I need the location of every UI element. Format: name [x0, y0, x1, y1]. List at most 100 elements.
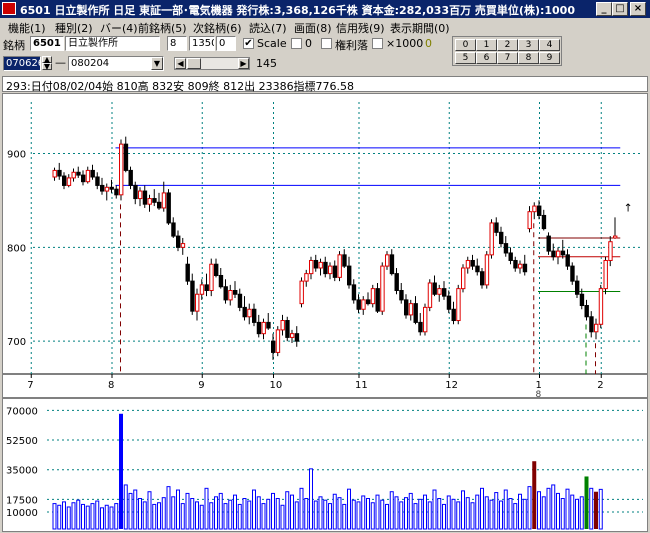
numkey-6[interactable]: 6: [476, 52, 497, 64]
volume-bar: [408, 492, 413, 530]
volume-bar: [389, 491, 394, 530]
candle-body: [332, 265, 338, 278]
volume-bar: [541, 496, 546, 530]
volume-bar: [62, 501, 66, 530]
candle-body: [85, 169, 91, 183]
end-date-dropdown-icon[interactable]: ▼: [151, 57, 163, 70]
numkey-8[interactable]: 8: [518, 52, 539, 64]
volume-bar: [546, 487, 551, 530]
volume-bar: [133, 489, 138, 530]
numkey-7[interactable]: 7: [497, 52, 518, 64]
candle-body: [228, 290, 233, 301]
candle-body: [304, 273, 309, 282]
volume-bar: [199, 504, 204, 530]
candle-body: [527, 211, 532, 230]
candle-body: [66, 177, 72, 186]
candle-body: [161, 192, 167, 209]
candle-body: [546, 235, 551, 252]
code-input[interactable]: 6501: [30, 36, 64, 51]
menu-margin[interactable]: 信用残(9): [336, 20, 385, 36]
numkey-9[interactable]: 9: [539, 52, 560, 64]
slider-right-icon[interactable]: ▶: [238, 58, 249, 69]
candle-body: [233, 290, 238, 295]
candle-body: [603, 259, 608, 290]
volume-bar: [171, 496, 176, 530]
candle-body: [323, 261, 328, 275]
slider-thumb[interactable]: [187, 58, 201, 69]
period-slider[interactable]: ◀ ▶: [174, 57, 250, 70]
volume-bar: [76, 499, 81, 530]
candle-body: [370, 288, 376, 305]
volume-chart-panel[interactable]: 70000 52500 35000 17500 10000: [2, 398, 648, 532]
slider-left-icon[interactable]: ◀: [175, 58, 186, 69]
candle-body: [380, 265, 385, 312]
volume-bar: [356, 501, 361, 530]
candle-body: [541, 214, 547, 230]
candle-body: [513, 259, 518, 269]
param-c-input[interactable]: 0: [216, 36, 236, 51]
candle-body: [579, 293, 585, 307]
volume-bar-highlight: [584, 476, 589, 529]
numkey-4[interactable]: 4: [539, 39, 560, 51]
menu-screen[interactable]: 画面(8): [294, 20, 332, 36]
volume-bar: [394, 496, 399, 530]
x1000-checkbox[interactable]: [372, 38, 383, 49]
menu-prev-stock[interactable]: 前銘柄(5): [138, 20, 187, 36]
param-a-input[interactable]: 8: [167, 36, 187, 51]
rights-off-checkbox[interactable]: [321, 38, 332, 49]
volume-bar: [204, 487, 209, 530]
volume-bar: [57, 504, 62, 530]
volume-bar: [114, 503, 119, 530]
end-date-select[interactable]: 080204: [68, 56, 164, 71]
candle-body: [598, 288, 604, 325]
toolbar: 銘柄 6501 日立製作所 8 1350 0 ✔ Scale 0 権利落 ×10…: [0, 35, 650, 75]
menu-type[interactable]: 種別(2): [55, 20, 93, 36]
param-b-input[interactable]: 1350: [189, 36, 215, 51]
candle-body: [503, 243, 509, 254]
name-input[interactable]: 日立製作所: [65, 36, 160, 51]
start-date-input[interactable]: 070626: [3, 56, 41, 71]
close-button[interactable]: ×: [630, 2, 646, 16]
volume-bar: [180, 503, 185, 530]
price-chart-panel[interactable]: 900 800 700 7 8 9 10 11 12 1 2 8 ↑: [2, 93, 648, 398]
candle-body: [442, 288, 447, 297]
slider-value: 145: [256, 57, 277, 70]
zero-checkbox[interactable]: [291, 38, 302, 49]
numkey-2[interactable]: 2: [497, 39, 518, 51]
volume-bar: [589, 487, 594, 530]
candle-body: [342, 254, 347, 267]
price-year-label: 8: [536, 390, 542, 397]
scale-checkbox[interactable]: ✔: [243, 38, 254, 49]
candle-body: [613, 235, 618, 239]
candle-body: [328, 265, 333, 275]
candle-body: [475, 265, 480, 273]
numkey-1[interactable]: 1: [476, 39, 497, 51]
numkey-5[interactable]: 5: [455, 52, 476, 64]
volume-bar: [261, 503, 266, 530]
candle-body: [584, 305, 589, 318]
maximize-button[interactable]: □: [612, 2, 628, 16]
price-x-tick-label: 7: [27, 380, 33, 391]
candle-body: [242, 306, 247, 318]
start-date-down-button[interactable]: ▼: [42, 63, 52, 71]
volume-bar: [128, 492, 133, 530]
menu-function[interactable]: 機能(1): [8, 20, 46, 36]
volume-y-tick-label: 35000: [6, 466, 38, 477]
menu-next-stock[interactable]: 次銘柄(6): [193, 20, 242, 36]
price-chart[interactable]: 9008007007 8 9 10 11 12 1 28↑: [3, 94, 647, 397]
volume-bar: [480, 487, 484, 530]
menu-period[interactable]: 表示期間(0): [390, 20, 450, 36]
volume-bar: [456, 501, 461, 530]
candle-body: [522, 263, 528, 273]
volume-bar: [518, 493, 522, 530]
candle-body: [351, 284, 357, 301]
numkey-0[interactable]: 0: [455, 39, 476, 51]
numkey-3[interactable]: 3: [518, 39, 539, 51]
volume-bar: [446, 495, 451, 530]
candle-body: [71, 171, 76, 179]
volume-chart[interactable]: 70000 52500 35000 17500 10000: [3, 399, 647, 531]
menu-bar-type[interactable]: バー(4): [100, 20, 138, 36]
minimize-button[interactable]: _: [596, 2, 612, 16]
menu-load[interactable]: 読込(7): [249, 20, 287, 36]
candle-body: [413, 303, 418, 323]
